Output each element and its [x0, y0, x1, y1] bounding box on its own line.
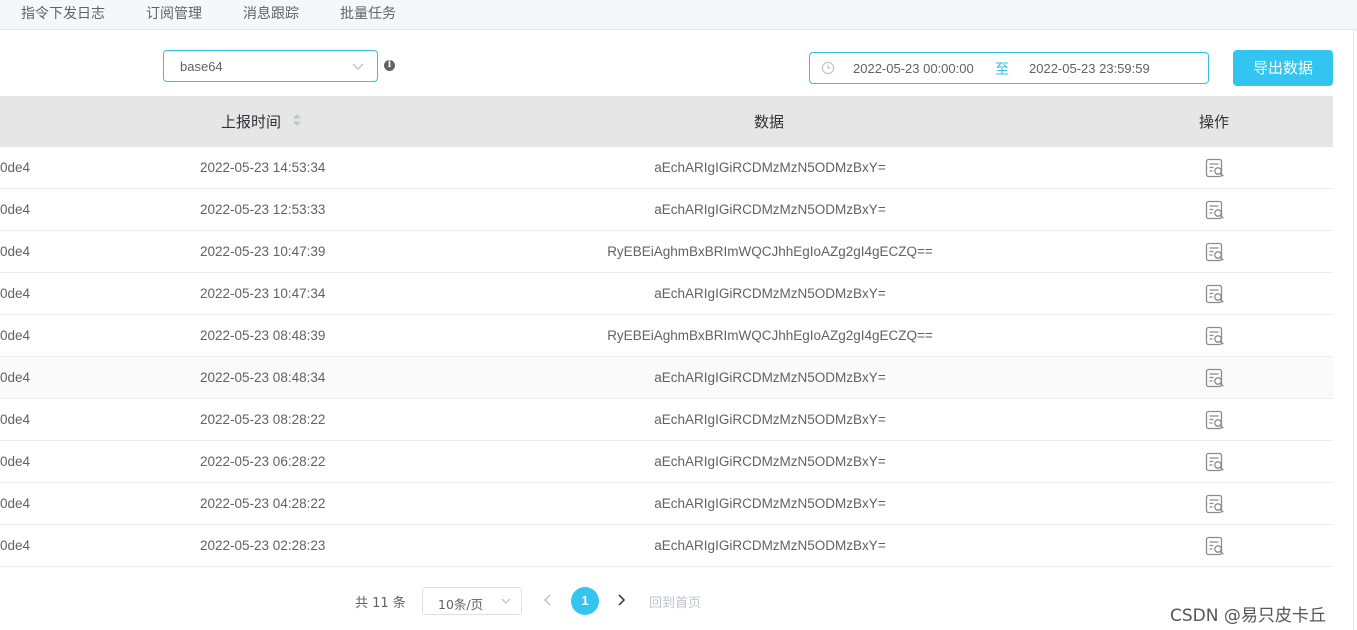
cell-report-time: 2022-05-23 06:28:22	[200, 454, 326, 469]
view-detail-icon[interactable]	[1204, 157, 1226, 179]
view-detail-icon[interactable]	[1204, 325, 1226, 347]
tab-subscription[interactable]: 订阅管理	[146, 3, 202, 23]
date-end-input[interactable]: 2022-05-23 23:59:59	[1029, 61, 1150, 76]
chevron-down-icon	[501, 598, 511, 604]
cell-data: aEchARIgIGiRCDMzMzN5ODMzBxY=	[654, 370, 886, 385]
cell-data: aEchARIgIGiRCDMzMzN5ODMzBxY=	[654, 202, 886, 217]
cell-report-time: 2022-05-23 12:53:33	[200, 202, 326, 217]
view-detail-icon[interactable]	[1204, 283, 1226, 305]
date-start-input[interactable]: 2022-05-23 00:00:00	[853, 61, 974, 76]
table-row: 0de4 2022-05-23 10:47:39 RyEBEiAghmBxBRImW…	[0, 231, 1333, 273]
sort-caret-icon[interactable]	[292, 113, 302, 127]
cell-report-time: 2022-05-23 10:47:34	[200, 286, 326, 301]
cell-device-id: 0de4	[0, 412, 31, 427]
cell-data: aEchARIgIGiRCDMzMzN5ODMzBxY=	[654, 160, 886, 175]
cell-device-id: 0de4	[0, 328, 31, 343]
table-row: 0de4 2022-05-23 08:48:34 aEchARIgIGiRCDMzM…	[0, 357, 1333, 399]
cell-report-time: 2022-05-23 04:28:22	[200, 496, 326, 511]
cell-device-id: 0de4	[0, 496, 31, 511]
cell-report-time: 2022-05-23 08:48:39	[200, 328, 326, 343]
table-row: 0de4 2022-05-23 04:28:22 aEchARIgIGiRCDMzM…	[0, 483, 1333, 525]
cell-device-id: 0de4	[0, 370, 31, 385]
cell-data: aEchARIgIGiRCDMzMzN5ODMzBxY=	[654, 412, 886, 427]
cell-report-time: 2022-05-23 10:47:39	[200, 244, 326, 259]
encoding-select[interactable]: base64	[163, 50, 378, 82]
scrollbar-edge	[1353, 30, 1354, 630]
info-icon[interactable]: i	[384, 60, 395, 71]
encoding-select-value: base64	[180, 59, 223, 74]
cell-data: RyEBEiAghmBxBRImWQCJhhEgIoAZg2gI4gECZQ==	[607, 244, 933, 259]
cell-device-id: 0de4	[0, 454, 31, 469]
table-header: 上报时间 数据 操作	[0, 96, 1333, 147]
page-size-value: 10条/页	[438, 597, 484, 612]
view-detail-icon[interactable]	[1204, 493, 1226, 515]
page-number-current[interactable]: 1	[571, 587, 599, 615]
watermark-text: CSDN @易只皮卡丘	[1170, 606, 1326, 626]
cell-device-id: 0de4	[0, 538, 31, 553]
pagination-total: 共 11 条	[355, 596, 406, 611]
table-row: 0de4 2022-05-23 12:53:33 aEchARIgIGiRCDMzM…	[0, 189, 1333, 231]
prev-page-icon[interactable]	[541, 592, 555, 608]
cell-report-time: 2022-05-23 08:28:22	[200, 412, 326, 427]
cell-data: RyEBEiAghmBxBRImWQCJhhEgIoAZg2gI4gECZQ==	[607, 328, 933, 343]
chevron-down-icon	[352, 63, 364, 70]
cell-device-id: 0de4	[0, 160, 31, 175]
table-row: 0de4 2022-05-23 10:47:34 aEchARIgIGiRCDMzM…	[0, 273, 1333, 315]
back-to-first-page-link[interactable]: 回到首页	[649, 592, 701, 611]
view-detail-icon[interactable]	[1204, 367, 1226, 389]
date-range-separator: 至	[995, 62, 1009, 78]
view-detail-icon[interactable]	[1204, 241, 1226, 263]
view-detail-icon[interactable]	[1204, 199, 1226, 221]
table-row: 0de4 2022-05-23 06:28:22 aEchARIgIGiRCDMzM…	[0, 441, 1333, 483]
table-row: 0de4 2022-05-23 08:28:22 aEchARIgIGiRCDMzM…	[0, 399, 1333, 441]
tab-batch-task[interactable]: 批量任务	[340, 3, 396, 23]
view-detail-icon[interactable]	[1204, 535, 1226, 557]
tab-command-log[interactable]: 指令下发日志	[21, 3, 105, 23]
top-tab-bar: 指令下发日志 订阅管理 消息跟踪 批量任务	[0, 0, 1357, 30]
cell-device-id: 0de4	[0, 244, 31, 259]
view-detail-icon[interactable]	[1204, 409, 1226, 431]
table-row: 0de4 2022-05-23 08:48:39 RyEBEiAghmBxBRImW…	[0, 315, 1333, 357]
clock-icon	[821, 61, 835, 75]
cell-report-time: 2022-05-23 14:53:34	[200, 160, 326, 175]
cell-report-time: 2022-05-23 08:48:34	[200, 370, 326, 385]
tab-message-trace[interactable]: 消息跟踪	[243, 3, 299, 23]
cell-data: aEchARIgIGiRCDMzMzN5ODMzBxY=	[654, 538, 886, 553]
cell-data: aEchARIgIGiRCDMzMzN5ODMzBxY=	[654, 454, 886, 469]
view-detail-icon[interactable]	[1204, 451, 1226, 473]
cell-data: aEchARIgIGiRCDMzMzN5ODMzBxY=	[654, 496, 886, 511]
cell-device-id: 0de4	[0, 286, 31, 301]
next-page-icon[interactable]	[614, 592, 628, 608]
cell-data: aEchARIgIGiRCDMzMzN5ODMzBxY=	[654, 286, 886, 301]
table-row: 0de4 2022-05-23 14:53:34 aEchARIgIGiRCDMzM…	[0, 147, 1333, 189]
cell-device-id: 0de4	[0, 202, 31, 217]
page-size-select[interactable]: 10条/页	[422, 587, 522, 615]
export-data-button[interactable]: 导出数据	[1233, 50, 1333, 86]
date-range-picker[interactable]: 2022-05-23 00:00:00 至 2022-05-23 23:59:5…	[809, 52, 1209, 84]
cell-report-time: 2022-05-23 02:28:23	[200, 538, 326, 553]
column-header-report-time[interactable]: 上报时间	[221, 111, 281, 132]
table-row: 0de4 2022-05-23 02:28:23 aEchARIgIGiRCDMzM…	[0, 525, 1333, 567]
column-header-action: 操作	[1199, 113, 1230, 131]
column-header-data: 数据	[754, 113, 785, 131]
